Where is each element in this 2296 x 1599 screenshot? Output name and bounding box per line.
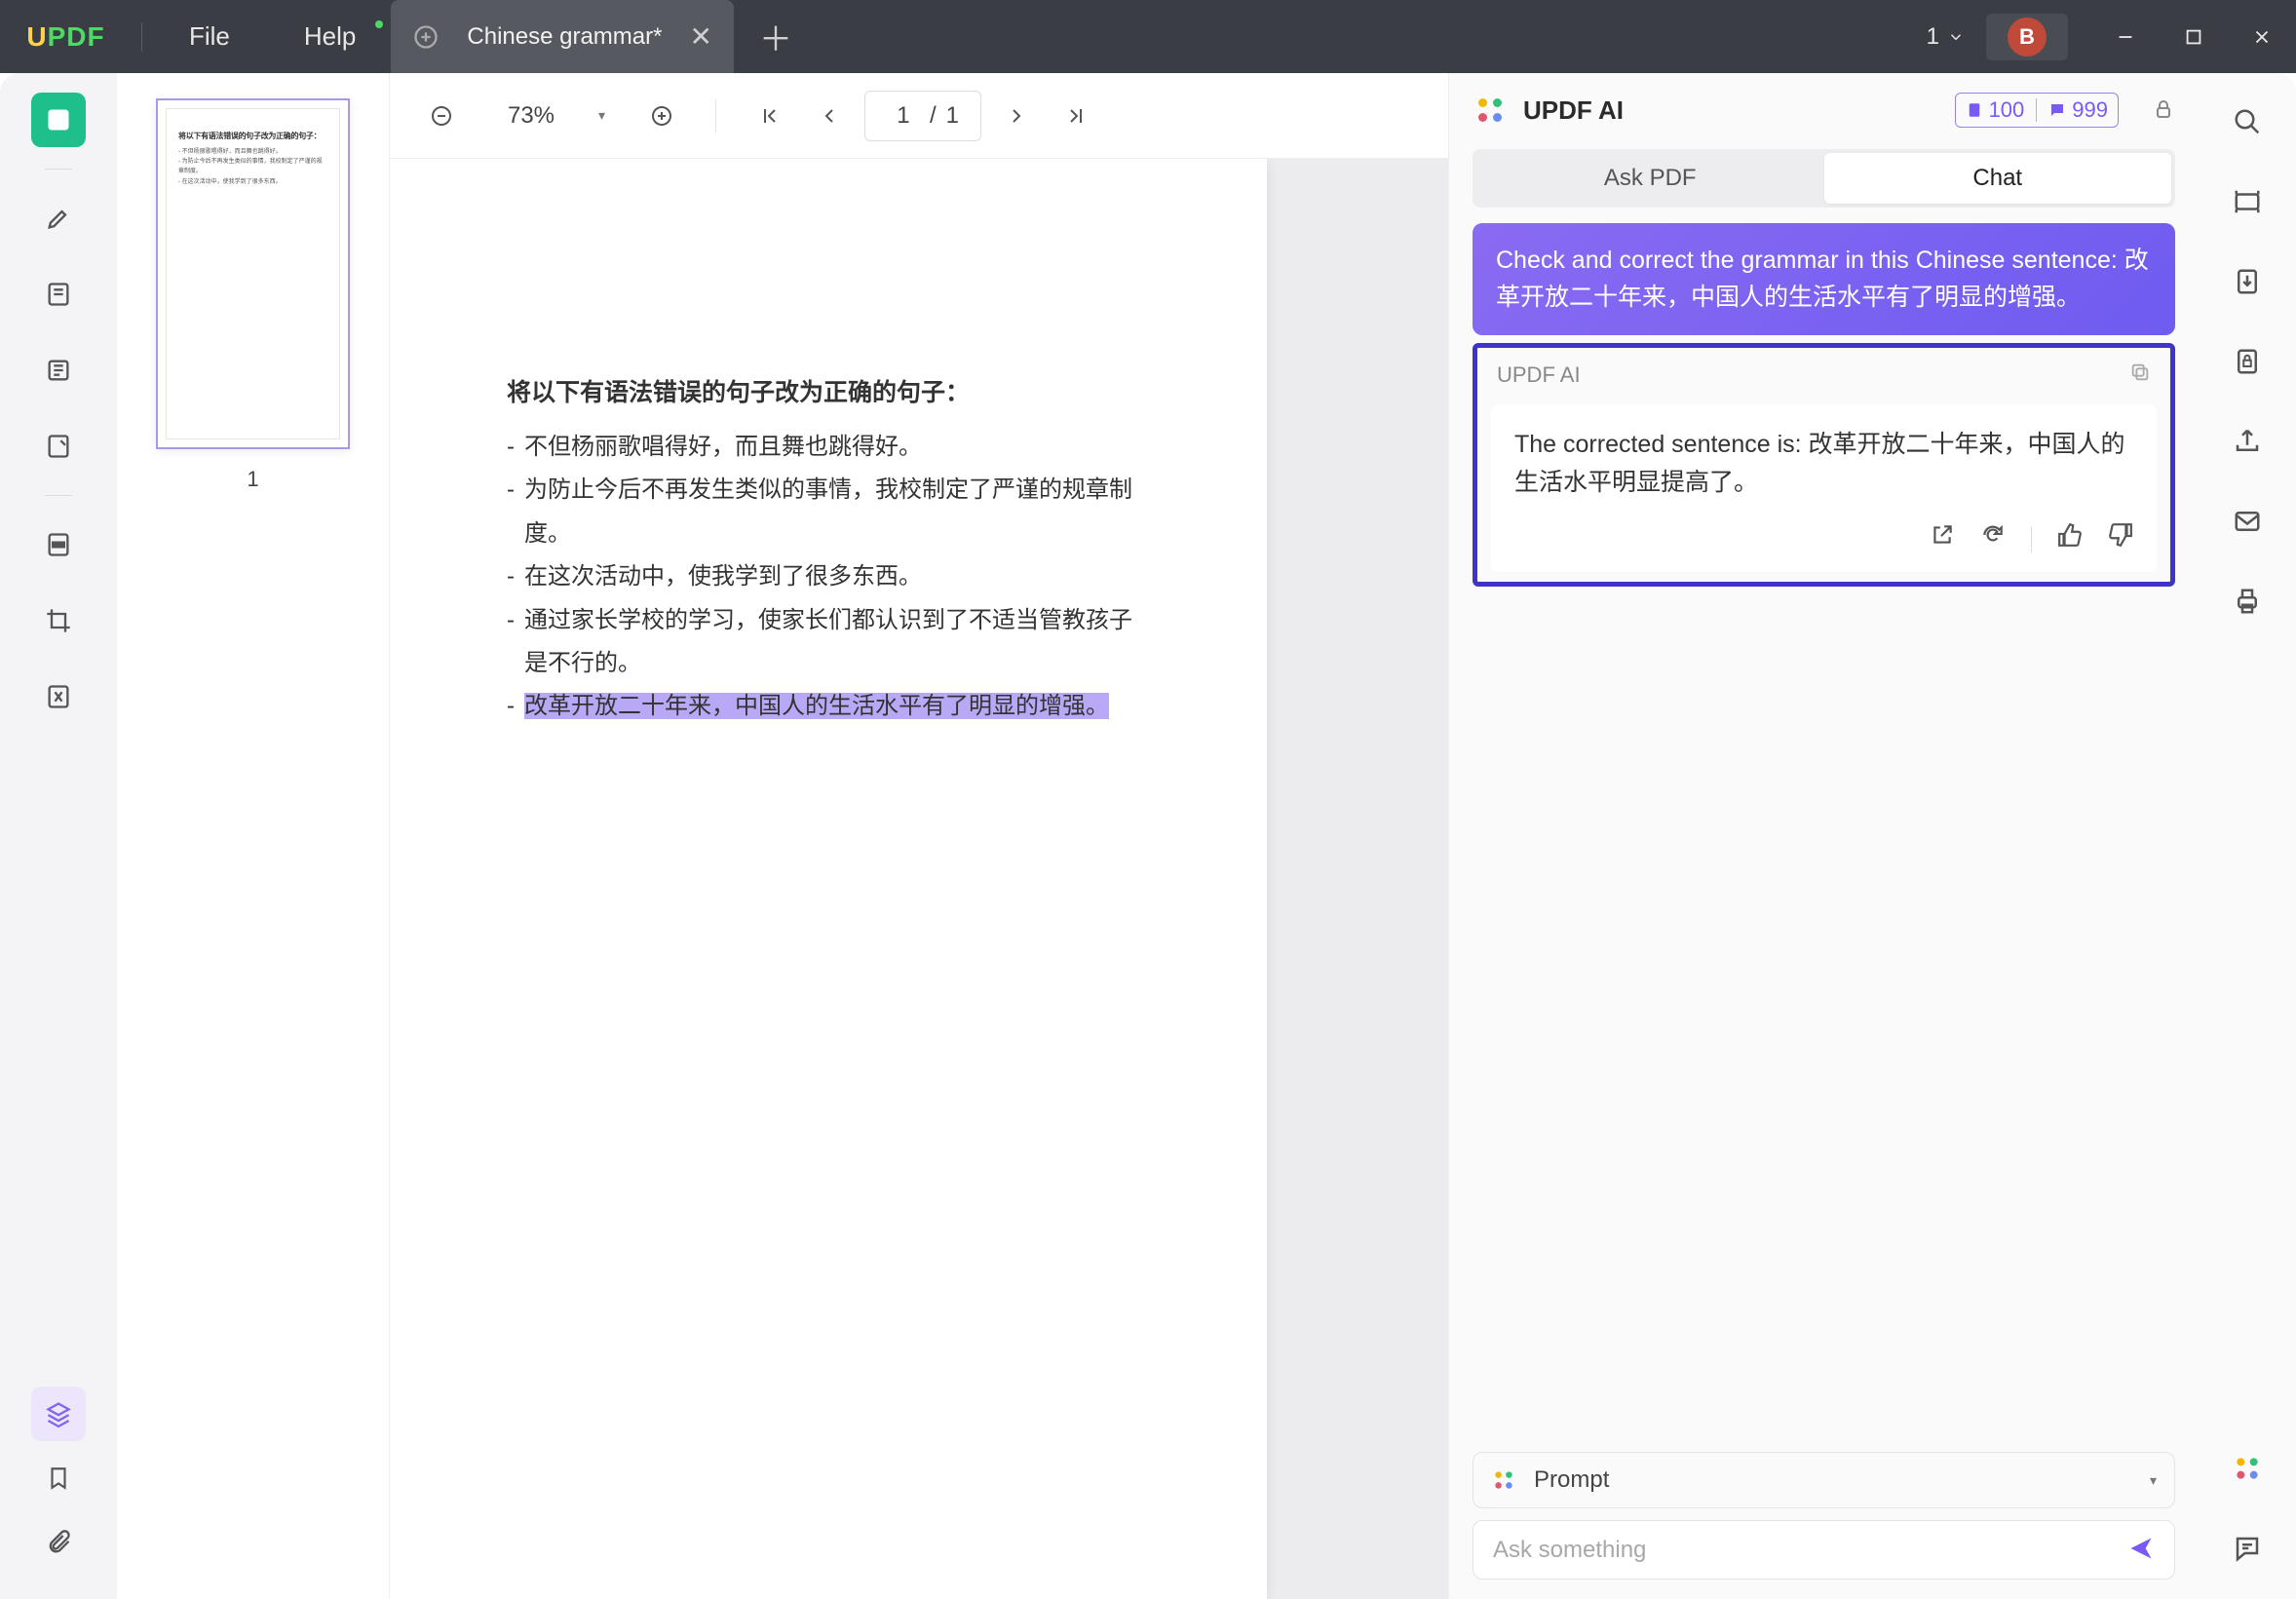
thumbnail-panel: 将以下有语法错误的句子改为正确的句子： - 不但杨丽歌唱得好，而且舞也跳得好。 … (117, 73, 390, 1599)
user-message: Check and correct the grammar in this Ch… (1473, 223, 2175, 335)
document-viewer: 73% ▾ / 1 将以下有语法错误的句子改为正确的句子： 不但杨丽歌唱得好，而… (390, 73, 1448, 1599)
page-credit-icon (1966, 101, 1983, 119)
copy-icon[interactable] (2129, 362, 2151, 389)
layers-button[interactable] (31, 1387, 86, 1441)
left-sidebar (0, 73, 117, 1599)
zoom-in-button[interactable] (639, 94, 684, 138)
share-button[interactable] (2224, 418, 2271, 465)
ai-reply-text: The corrected sentence is: 改革开放二十年来，中国人的… (1514, 426, 2133, 502)
document-canvas[interactable]: 将以下有语法错误的句子改为正确的句子： 不但杨丽歌唱得好，而且舞也跳得好。 为防… (390, 159, 1448, 1599)
zoom-dropdown[interactable]: ▾ (598, 107, 626, 124)
menu-help[interactable]: Help (267, 21, 393, 52)
menu-file[interactable]: File (152, 21, 267, 52)
prev-page-button[interactable] (806, 94, 851, 138)
ask-input[interactable]: Ask something (1493, 1537, 2110, 1564)
prompt-selector[interactable]: Prompt ▾ (1473, 1452, 2175, 1508)
page-number-input[interactable]: / 1 (864, 91, 981, 141)
email-button[interactable] (2224, 498, 2271, 545)
convert-button[interactable] (2224, 258, 2271, 305)
bookmark-button[interactable] (31, 1451, 86, 1505)
window-count-dropdown[interactable]: 1 (1927, 23, 1965, 51)
ai-panel: UPDF AI 100 999 Ask PDF Chat Check and c… (1448, 73, 2199, 1599)
print-button[interactable] (2224, 578, 2271, 625)
ask-input-bar[interactable]: Ask something (1473, 1520, 2175, 1580)
first-page-button[interactable] (747, 94, 792, 138)
maximize-button[interactable] (2160, 0, 2228, 73)
tab-ask-pdf[interactable]: Ask PDF (1476, 153, 1824, 204)
organize-pages-button[interactable] (31, 343, 86, 398)
update-indicator-dot (375, 20, 383, 28)
app-body: 将以下有语法错误的句子改为正确的句子： - 不但杨丽歌唱得好，而且舞也跳得好。 … (0, 73, 2296, 1599)
zoom-out-button[interactable] (419, 94, 464, 138)
divider (141, 22, 142, 52)
tab-title: Chinese grammar* (467, 23, 662, 51)
crop-tool-button[interactable] (31, 593, 86, 648)
doc-heading: 将以下有语法错误的句子改为正确的句子： (507, 373, 1150, 408)
document-page: 将以下有语法错误的句子改为正确的句子： 不但杨丽歌唱得好，而且舞也跳得好。 为防… (390, 159, 1267, 1599)
edit-tool-button[interactable] (31, 267, 86, 322)
title-bar: UPDF File Help Chinese grammar* ✕ ＋ 1 B (0, 0, 2296, 73)
zoom-level: 73% (478, 102, 585, 130)
regenerate-icon[interactable] (1980, 521, 2006, 559)
divider (715, 99, 716, 133)
ocr-button[interactable] (2224, 178, 2271, 225)
redact-tool-button[interactable] (31, 517, 86, 572)
viewer-toolbar: 73% ▾ / 1 (390, 73, 1448, 159)
close-window-button[interactable] (2228, 0, 2296, 73)
doc-line-highlighted: 改革开放二十年来，中国人的生活水平有了明显的增强。 (507, 685, 1150, 728)
page-current-field[interactable] (887, 102, 920, 130)
compress-tool-button[interactable] (31, 669, 86, 724)
doc-line: 通过家长学校的学习，使家长们都认识到了不适当管教孩子是不行的。 (507, 599, 1150, 686)
page-thumbnail[interactable]: 将以下有语法错误的句子改为正确的句子： - 不但杨丽歌唱得好，而且舞也跳得好。 … (156, 98, 350, 449)
thumbs-up-icon[interactable] (2057, 521, 2083, 559)
comment-button[interactable] (2224, 1525, 2271, 1572)
reader-mode-button[interactable] (31, 93, 86, 147)
minimize-button[interactable] (2091, 0, 2160, 73)
new-tab-button[interactable]: ＋ (759, 13, 792, 60)
tab-doc-icon (412, 23, 440, 51)
ai-panel-title: UPDF AI (1523, 95, 1624, 126)
updf-ai-logo-icon (1473, 93, 1508, 128)
tab-close-button[interactable]: ✕ (689, 20, 711, 53)
lock-button[interactable] (2152, 97, 2175, 124)
right-sidebar (2199, 73, 2296, 1599)
user-avatar[interactable]: B (1986, 14, 2068, 60)
doc-line: 不但杨丽歌唱得好，而且舞也跳得好。 (507, 426, 1150, 469)
doc-line: 为防止今后不再发生类似的事情，我校制定了严谨的规章制度。 (507, 469, 1150, 555)
attachment-button[interactable] (31, 1515, 86, 1570)
last-page-button[interactable] (1053, 94, 1098, 138)
divider (45, 169, 72, 170)
thumbnail-page-number: 1 (156, 467, 350, 492)
chevron-down-icon (1947, 28, 1965, 46)
prompt-icon (1491, 1467, 1516, 1493)
doc-line: 在这次活动中，使我学到了很多东西。 (507, 555, 1150, 598)
chat-credit-icon (2048, 101, 2066, 119)
form-tool-button[interactable] (31, 419, 86, 474)
next-page-button[interactable] (995, 94, 1040, 138)
chevron-down-icon[interactable]: ▾ (2150, 1472, 2157, 1489)
document-tab[interactable]: Chinese grammar* ✕ (391, 0, 734, 73)
ai-reply-box: UPDF AI The corrected sentence is: 改革开放二… (1473, 343, 2175, 587)
divider (45, 495, 72, 496)
send-button[interactable] (2127, 1535, 2155, 1565)
ai-reply-label: UPDF AI (1497, 362, 1581, 388)
page-total: 1 (946, 102, 959, 130)
tab-chat[interactable]: Chat (1824, 153, 2172, 204)
app-logo: UPDF (0, 21, 132, 53)
highlight-tool-button[interactable] (31, 191, 86, 246)
open-external-icon[interactable] (1930, 521, 1955, 559)
search-button[interactable] (2224, 98, 2271, 145)
ai-credits-badge[interactable]: 100 999 (1955, 93, 2119, 128)
prompt-label: Prompt (1534, 1466, 1609, 1494)
ai-floating-button[interactable] (2224, 1445, 2271, 1492)
protect-button[interactable] (2224, 338, 2271, 385)
ai-tabs: Ask PDF Chat (1473, 149, 2175, 208)
thumbs-down-icon[interactable] (2108, 521, 2133, 559)
page-separator: / (930, 102, 937, 130)
